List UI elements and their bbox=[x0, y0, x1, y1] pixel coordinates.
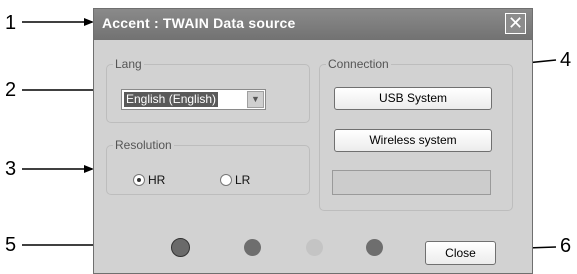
callout-3: 3 bbox=[5, 158, 17, 180]
callout-1: 1 bbox=[5, 12, 17, 34]
radio-lr-label: LR bbox=[235, 172, 251, 187]
callout-4: 4 bbox=[560, 49, 572, 71]
radio-lr[interactable]: LR bbox=[220, 172, 250, 187]
lang-selected-value: English (English) bbox=[124, 92, 219, 107]
status-indicator-1 bbox=[171, 238, 190, 257]
status-indicator-4 bbox=[366, 239, 383, 256]
status-indicator-2 bbox=[244, 239, 261, 256]
twain-dialog: Accent : TWAIN Data source ✕ Lang Englis… bbox=[93, 8, 533, 274]
radio-hr[interactable]: HR bbox=[133, 172, 165, 187]
connection-legend: Connection bbox=[328, 57, 389, 71]
callout-5: 5 bbox=[5, 234, 17, 256]
lang-select[interactable]: English (English) ▼ bbox=[121, 89, 266, 110]
radio-hr-circle[interactable] bbox=[133, 173, 145, 186]
wireless-system-button[interactable]: Wireless system bbox=[334, 129, 492, 152]
callout-6: 6 bbox=[560, 235, 572, 257]
close-icon[interactable]: ✕ bbox=[505, 13, 526, 34]
chevron-down-icon[interactable]: ▼ bbox=[247, 91, 264, 108]
close-button[interactable]: Close bbox=[425, 241, 496, 265]
window-title: Accent : TWAIN Data source bbox=[102, 15, 296, 31]
radio-lr-circle[interactable] bbox=[220, 173, 232, 186]
usb-system-button[interactable]: USB System bbox=[334, 87, 492, 110]
radio-hr-label: HR bbox=[148, 172, 166, 187]
title-bar[interactable]: Accent : TWAIN Data source ✕ bbox=[94, 9, 532, 40]
callout-2: 2 bbox=[5, 79, 17, 101]
connection-status-field bbox=[332, 170, 491, 195]
status-indicator-3 bbox=[306, 239, 323, 256]
lang-legend: Lang bbox=[115, 57, 142, 71]
resolution-legend: Resolution bbox=[115, 138, 172, 152]
